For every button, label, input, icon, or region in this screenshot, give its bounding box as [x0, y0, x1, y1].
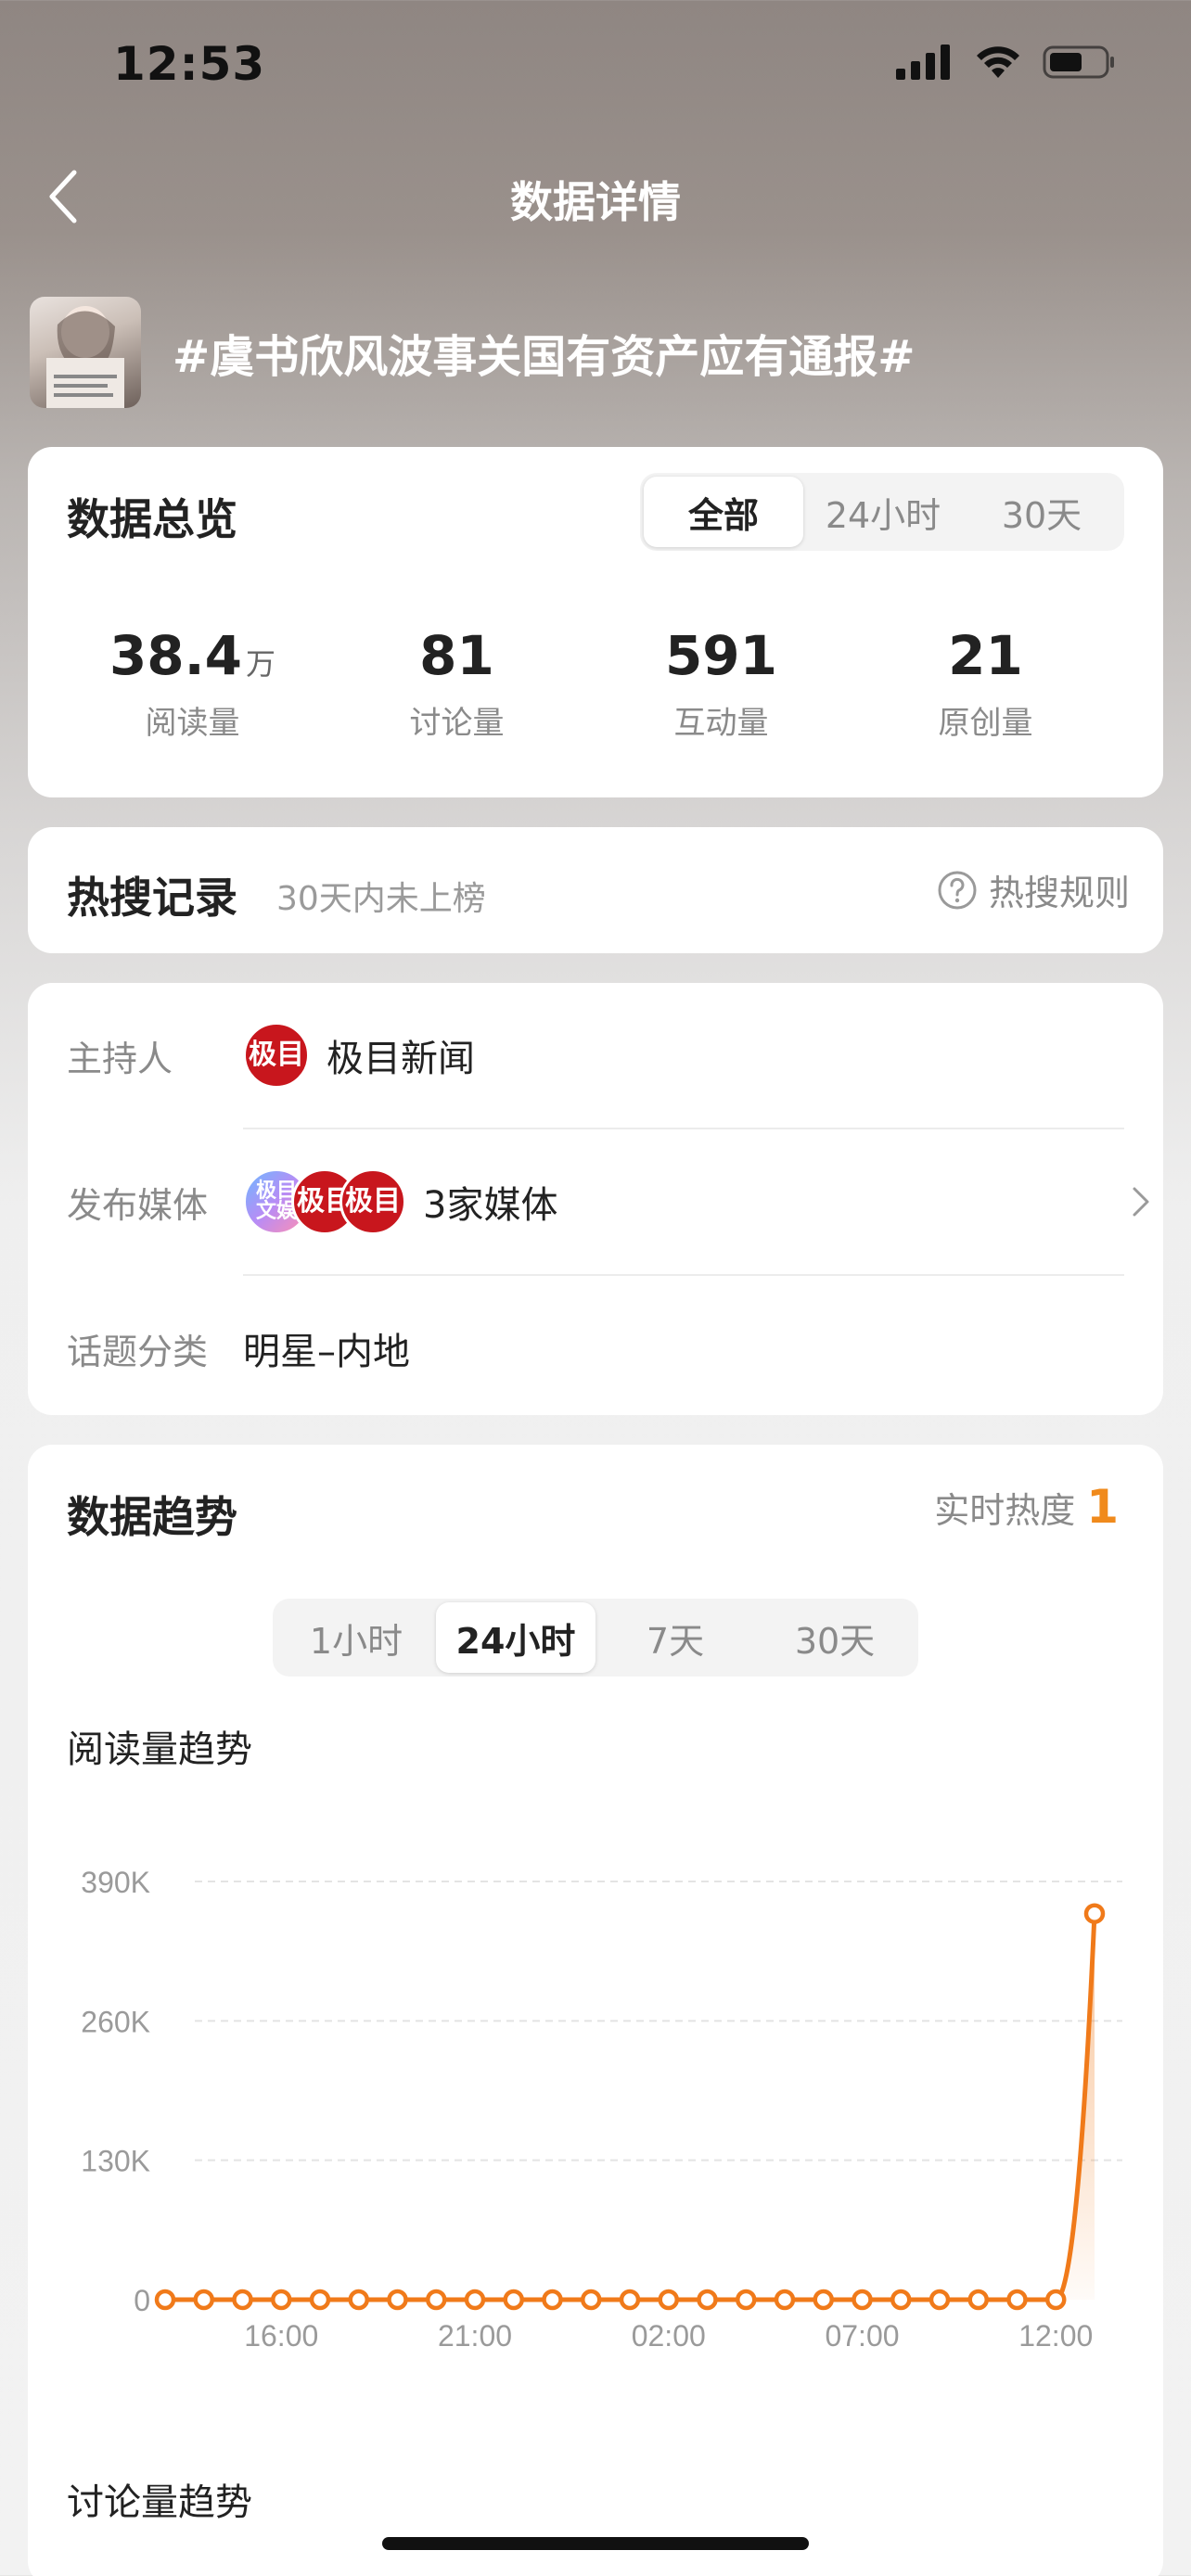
- host-name[interactable]: 极目新闻: [327, 1028, 475, 1082]
- navigation-bar: 数据详情: [0, 148, 1191, 241]
- data-point[interactable]: [619, 2289, 641, 2311]
- stat-discussions-label: 讨论量: [409, 705, 505, 742]
- data-point[interactable]: [890, 2289, 912, 2311]
- y-tick-label: 130K: [81, 2145, 150, 2178]
- discussion-trend-title: 讨论量趋势: [67, 2481, 252, 2524]
- stat-originals-value: 21: [948, 624, 1023, 687]
- topic-info-card: 主持人 极目 极目新闻 发布媒体 极目 文娱 极目 极目 3家媒体 话题分类 明…: [28, 983, 1163, 1415]
- series-line: [165, 1913, 1097, 2302]
- chevron-right-icon: [1133, 1187, 1149, 1217]
- hot-search-title: 热搜记录: [67, 873, 237, 923]
- host-label: 主持人: [67, 1038, 173, 1079]
- home-indicator: [382, 2537, 809, 2550]
- data-point[interactable]: [813, 2289, 834, 2311]
- overview-stats: 38.4 万 阅读量 81 讨论量 591 互动量 21 原创量: [28, 629, 1163, 743]
- stat-discussions: 81 讨论量: [325, 629, 589, 743]
- page-title: 数据详情: [510, 177, 681, 227]
- stat-reads-label: 阅读量: [145, 705, 240, 742]
- overview-tab-30d[interactable]: 30天: [963, 477, 1121, 547]
- host-logo: 极目: [243, 1022, 310, 1089]
- cellular-signal-icon: [896, 45, 950, 80]
- data-point[interactable]: [852, 2289, 873, 2311]
- overview-title: 数据总览: [67, 494, 237, 544]
- stat-reads-value: 38.4: [109, 624, 243, 687]
- host-row: 主持人 极目 极目新闻: [67, 983, 1152, 1128]
- hot-search-status: 30天内未上榜: [276, 880, 486, 918]
- category-row: 话题分类 明星–内地: [67, 1276, 1152, 1421]
- data-point[interactable]: [309, 2289, 331, 2311]
- trend-card: 数据趋势 实时热度 1 1小时 24小时 7天 30天 阅读量趋势 0 130K 2…: [28, 1445, 1163, 2576]
- topic-thumbnail[interactable]: [30, 297, 141, 408]
- clock: 12:53: [113, 37, 266, 91]
- media-count: 3家媒体: [423, 1184, 558, 1227]
- media-label: 发布媒体: [67, 1184, 209, 1226]
- topic-title: #虞书欣风波事关国有资产应有通报#: [173, 331, 916, 383]
- data-point[interactable]: [774, 2289, 796, 2311]
- stat-discussions-value: 81: [419, 624, 494, 687]
- battery-icon: [1043, 45, 1114, 79]
- category-label: 话题分类: [67, 1331, 209, 1372]
- stat-originals: 21 原创量: [853, 629, 1118, 743]
- data-point[interactable]: [697, 2289, 718, 2311]
- data-point[interactable]: [348, 2289, 369, 2311]
- wifi-icon: [977, 46, 1019, 78]
- overview-tab-all[interactable]: 全部: [644, 477, 803, 547]
- stat-interactions: 591 互动量: [589, 629, 853, 743]
- data-point[interactable]: [193, 2289, 214, 2311]
- data-point[interactable]: [542, 2289, 563, 2311]
- topic-header: #虞书欣风波事关国有资产应有通报#: [30, 297, 1171, 408]
- data-point[interactable]: [426, 2289, 447, 2311]
- y-tick-label: 0: [134, 2284, 150, 2317]
- data-point[interactable]: [1083, 1903, 1106, 1924]
- hot-search-rules-label: 热搜规则: [988, 873, 1130, 913]
- data-point[interactable]: [271, 2289, 292, 2311]
- data-point[interactable]: [232, 2289, 253, 2311]
- stat-originals-label: 原创量: [938, 705, 1033, 742]
- x-tick-label: 21:00: [438, 2319, 512, 2353]
- stat-reads-unit: 万: [246, 646, 276, 682]
- data-point[interactable]: [503, 2289, 524, 2311]
- stat-reads: 38.4 万 阅读量: [60, 629, 325, 743]
- overview-tab-24h[interactable]: 24小时: [803, 477, 963, 547]
- y-tick-label: 260K: [81, 2005, 150, 2038]
- data-point[interactable]: [736, 2289, 757, 2311]
- y-tick-label: 390K: [81, 1866, 150, 1899]
- x-tick-label: 12:00: [1018, 2319, 1093, 2353]
- overview-card: 数据总览 全部 24小时 30天 38.4 万 阅读量 81 讨论量 591 互动…: [28, 447, 1163, 797]
- data-point[interactable]: [1006, 2289, 1028, 2311]
- series-area: [1056, 1913, 1095, 2300]
- data-point[interactable]: [387, 2289, 408, 2311]
- data-point[interactable]: [658, 2289, 679, 2311]
- data-point[interactable]: [967, 2289, 989, 2311]
- media-row[interactable]: 发布媒体 极目 文娱 极目 极目 3家媒体: [67, 1129, 1152, 1274]
- stat-interactions-label: 互动量: [673, 705, 769, 742]
- media-logo: 极目: [339, 1168, 406, 1235]
- status-bar: 12:53: [0, 0, 1191, 139]
- hot-search-rules-link[interactable]: 热搜规则: [937, 864, 1130, 915]
- system-icons: [896, 45, 1117, 80]
- x-tick-label: 02:00: [632, 2319, 706, 2353]
- data-point[interactable]: [1045, 2289, 1067, 2311]
- data-point[interactable]: [581, 2289, 602, 2311]
- reads-trend-chart: 0 130K 260K 390K 16:00 21:00 02:00 07:00 12:00: [81, 1866, 1122, 2353]
- help-circle-icon: [938, 871, 977, 909]
- data-point[interactable]: [464, 2289, 486, 2311]
- media-logos: 极目 文娱 极目 极目: [243, 1168, 406, 1235]
- hot-search-card: 热搜记录 30天内未上榜 热搜规则: [28, 827, 1163, 953]
- x-tick-label: 16:00: [244, 2319, 318, 2353]
- x-tick-label: 07:00: [825, 2319, 899, 2353]
- stat-interactions-value: 591: [664, 624, 778, 687]
- data-point[interactable]: [928, 2289, 951, 2311]
- overview-range-tabs: 全部 24小时 30天: [640, 473, 1124, 551]
- data-point[interactable]: [154, 2289, 176, 2311]
- category-value: 明星–内地: [243, 1331, 410, 1373]
